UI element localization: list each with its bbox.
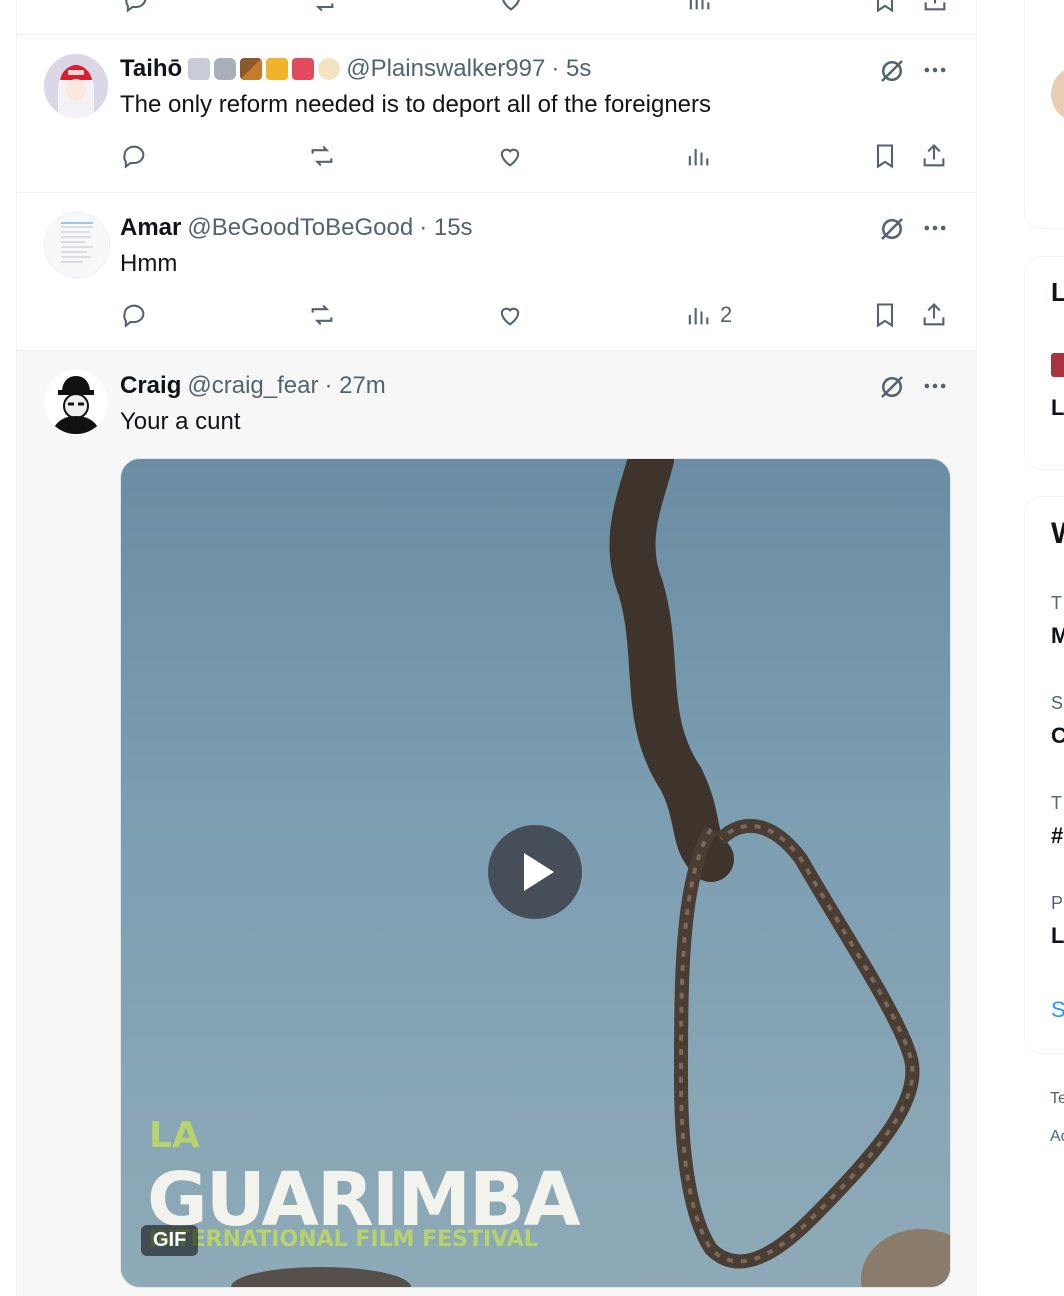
post-text: Hmm xyxy=(120,250,178,277)
more-icon[interactable] xyxy=(921,372,949,400)
trend-meta: S xyxy=(1051,693,1064,713)
avatar-image xyxy=(44,370,108,434)
post-text: Your a cunt xyxy=(120,408,241,435)
previous-post-actions xyxy=(17,0,976,35)
post-header: Amar @BeGoodToBeGood · 15s xyxy=(120,214,473,242)
like-button[interactable] xyxy=(496,141,524,171)
like-icon xyxy=(500,307,520,326)
views-count: 2 xyxy=(720,302,733,327)
lipstick-emoji xyxy=(292,58,315,80)
like-button[interactable] xyxy=(496,300,524,330)
repost-icon xyxy=(311,145,333,167)
list-thumb[interactable] xyxy=(1051,353,1064,377)
play-icon xyxy=(524,853,554,891)
display-name[interactable]: Craig xyxy=(120,372,181,400)
bookmark-button[interactable] xyxy=(871,141,899,171)
post-header: Taihō @Plainswalker997 · 5s xyxy=(120,55,591,83)
chicken-emoji xyxy=(318,58,341,80)
grok-icon[interactable] xyxy=(877,372,907,402)
repost-icon[interactable] xyxy=(309,0,337,14)
reply-button[interactable] xyxy=(120,141,148,171)
footer-link[interactable]: Te xyxy=(1050,1090,1064,1108)
timestamp[interactable]: · 15s xyxy=(419,214,472,242)
sidebar-card-title: L xyxy=(1051,277,1064,307)
post-header: Craig @craig_fear · 27m xyxy=(120,372,386,400)
trend-meta: T xyxy=(1051,793,1062,813)
like-icon xyxy=(500,148,520,167)
moai-emoji xyxy=(214,58,237,80)
show-more-link[interactable]: S xyxy=(1051,997,1064,1023)
footer-link[interactable]: Ac xyxy=(1050,1128,1064,1146)
list-item[interactable]: L xyxy=(1051,395,1064,421)
more-icon[interactable] xyxy=(921,214,949,242)
trend-title[interactable]: L xyxy=(1051,923,1064,949)
trend-meta: P xyxy=(1051,893,1064,913)
hammer-emoji xyxy=(240,58,263,80)
views-icon xyxy=(688,308,709,325)
repost-button[interactable] xyxy=(308,300,336,330)
reply-button[interactable] xyxy=(120,300,148,330)
display-name[interactable]: Amar xyxy=(120,214,181,242)
views-button[interactable] xyxy=(684,141,712,171)
share-icon[interactable] xyxy=(921,0,949,14)
grok-icon[interactable] xyxy=(877,56,907,86)
reply-icon[interactable] xyxy=(122,0,150,14)
reply-icon xyxy=(123,145,145,169)
sidebar-card-3: W T M S C T # P L S xyxy=(1024,496,1064,1054)
sidebar-card-1 xyxy=(1024,0,1064,229)
sidebar-card-title: W xyxy=(1051,517,1064,551)
bookmark-icon xyxy=(876,144,894,169)
trend-title[interactable]: C xyxy=(1051,723,1064,749)
avatar-image xyxy=(45,213,109,277)
bookmark-icon xyxy=(876,303,894,328)
avatar[interactable] xyxy=(44,212,110,278)
trend-title[interactable]: # xyxy=(1051,823,1063,849)
handle[interactable]: @BeGoodToBeGood xyxy=(187,214,413,242)
grok-icon[interactable] xyxy=(877,214,907,244)
name-emoji xyxy=(188,58,341,80)
reply-icon xyxy=(123,304,145,328)
share-icon xyxy=(923,303,945,326)
sidebar-card-2: L L xyxy=(1024,256,1064,470)
timestamp[interactable]: · 27m xyxy=(324,372,385,400)
repost-icon xyxy=(311,304,333,326)
views-button[interactable]: 2 xyxy=(684,300,732,330)
avatar[interactable] xyxy=(44,54,108,118)
avatar[interactable] xyxy=(44,370,108,434)
gif-badge: GIF xyxy=(141,1225,199,1256)
handle[interactable]: @Plainswalker997 xyxy=(346,55,545,83)
trend-title[interactable]: M xyxy=(1051,623,1064,649)
timestamp[interactable]: · 5s xyxy=(551,55,591,83)
post-taiho[interactable]: Taihō @Plainswalker997 · 5s The only ref… xyxy=(17,35,976,193)
handle[interactable]: @craig_fear xyxy=(187,372,318,400)
share-button[interactable] xyxy=(920,141,948,171)
logo-la: LA xyxy=(149,1115,200,1156)
bookmark-icon[interactable] xyxy=(871,0,899,14)
gif-media[interactable]: LA GUARIMBA INTERNATIONAL FILM FESTIVAL … xyxy=(120,458,951,1288)
play-button[interactable] xyxy=(488,825,582,919)
views-icon xyxy=(688,149,709,166)
more-icon[interactable] xyxy=(921,56,949,84)
post-actions xyxy=(120,141,976,171)
share-button[interactable] xyxy=(920,300,948,330)
right-sidebar: R L L W T M S C T # P L S Te Ac xyxy=(1024,0,1064,1296)
timeline: Taihō @Plainswalker997 · 5s The only ref… xyxy=(16,0,977,1296)
music-sheet-emoji xyxy=(188,58,211,80)
views-icon[interactable] xyxy=(685,0,713,14)
avatar-image xyxy=(44,54,108,118)
display-name[interactable]: Taihō xyxy=(120,55,182,83)
post-actions: 2 xyxy=(120,300,976,330)
post-amar[interactable]: Amar @BeGoodToBeGood · 15s Hmm 2 xyxy=(17,193,976,351)
logo-sub: INTERNATIONAL FILM FESTIVAL xyxy=(149,1227,538,1252)
share-icon xyxy=(923,144,945,167)
hourglass-emoji xyxy=(266,58,289,80)
post-text: The only reform needed is to deport all … xyxy=(120,91,711,118)
bookmark-button[interactable] xyxy=(871,300,899,330)
repost-button[interactable] xyxy=(308,141,336,171)
suggested-avatar[interactable] xyxy=(1051,66,1064,122)
like-icon[interactable] xyxy=(497,0,525,14)
trend-meta: T xyxy=(1051,593,1062,613)
